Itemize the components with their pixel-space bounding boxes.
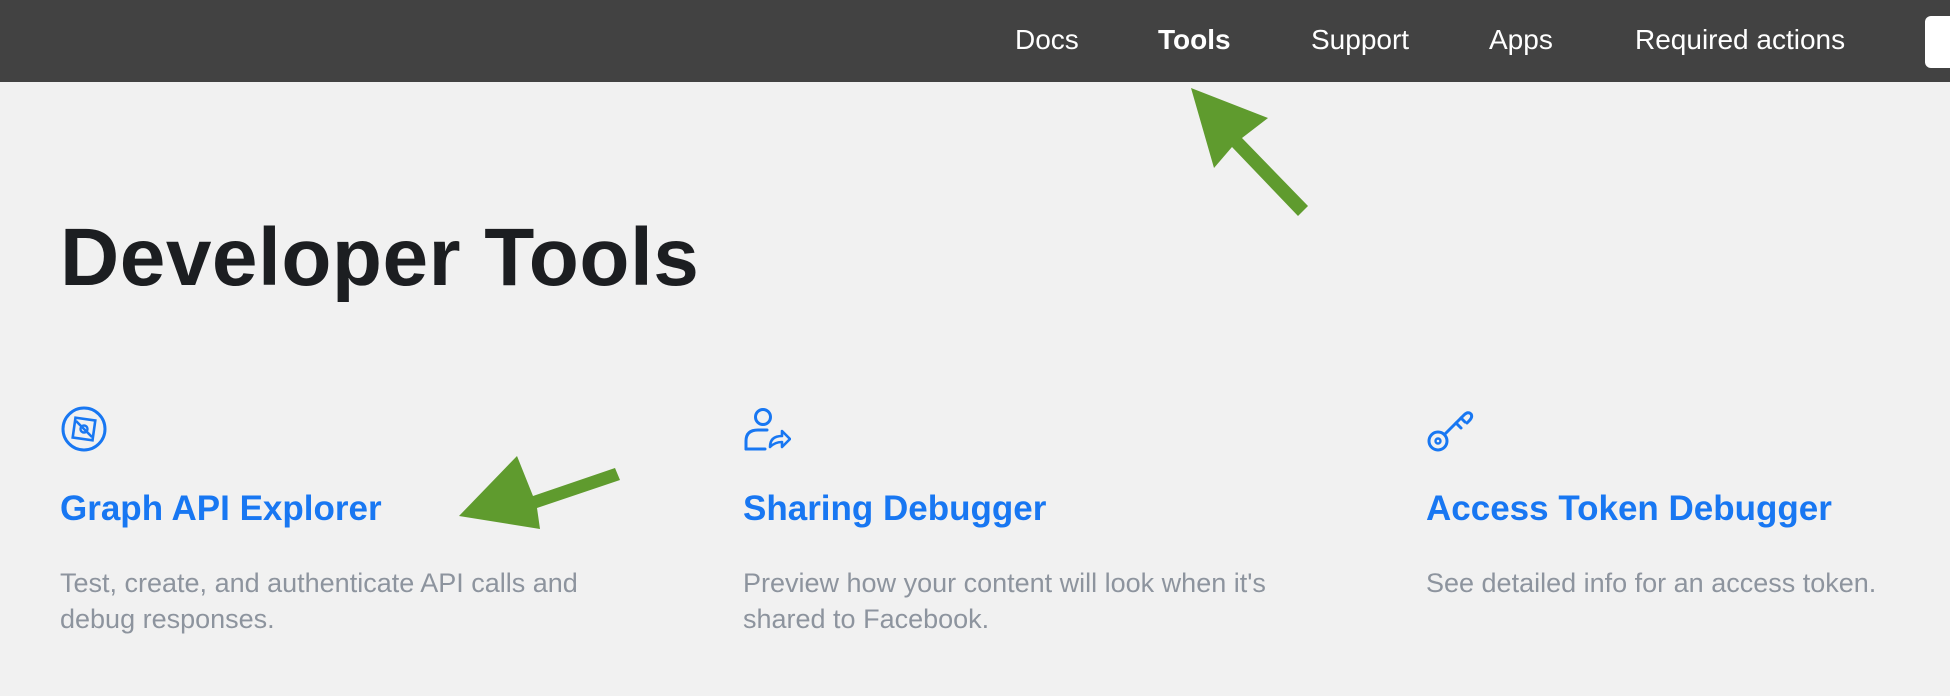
header-action-button[interactable]: [1925, 16, 1950, 68]
key-icon: [1426, 405, 1474, 453]
graph-api-explorer-description: Test, create, and authenticate API calls…: [60, 568, 578, 634]
nav-item-apps[interactable]: Apps: [1489, 0, 1553, 82]
top-navigation-bar: Docs Tools Support Apps Required actions: [0, 0, 1950, 82]
sharing-debugger-link[interactable]: Sharing Debugger: [743, 483, 1046, 535]
nav-item-tools[interactable]: Tools: [1158, 0, 1231, 82]
sharing-debugger-description: Preview how your content will look when …: [743, 568, 1266, 634]
graph-api-explorer-link[interactable]: Graph API Explorer: [60, 483, 382, 535]
user-share-icon: [743, 405, 792, 453]
access-token-debugger-description: See detailed info for an access token.: [1426, 568, 1877, 598]
compass-icon: [60, 405, 108, 453]
nav-item-docs[interactable]: Docs: [1015, 0, 1079, 82]
page-title: Developer Tools: [60, 212, 700, 303]
access-token-debugger-link[interactable]: Access Token Debugger: [1426, 483, 1832, 535]
annotation-arrow-graph-api-explorer: [459, 456, 620, 529]
nav-item-support[interactable]: Support: [1311, 0, 1409, 82]
annotation-arrow-tools: [1191, 88, 1308, 216]
nav-item-required-actions[interactable]: Required actions: [1635, 0, 1845, 82]
